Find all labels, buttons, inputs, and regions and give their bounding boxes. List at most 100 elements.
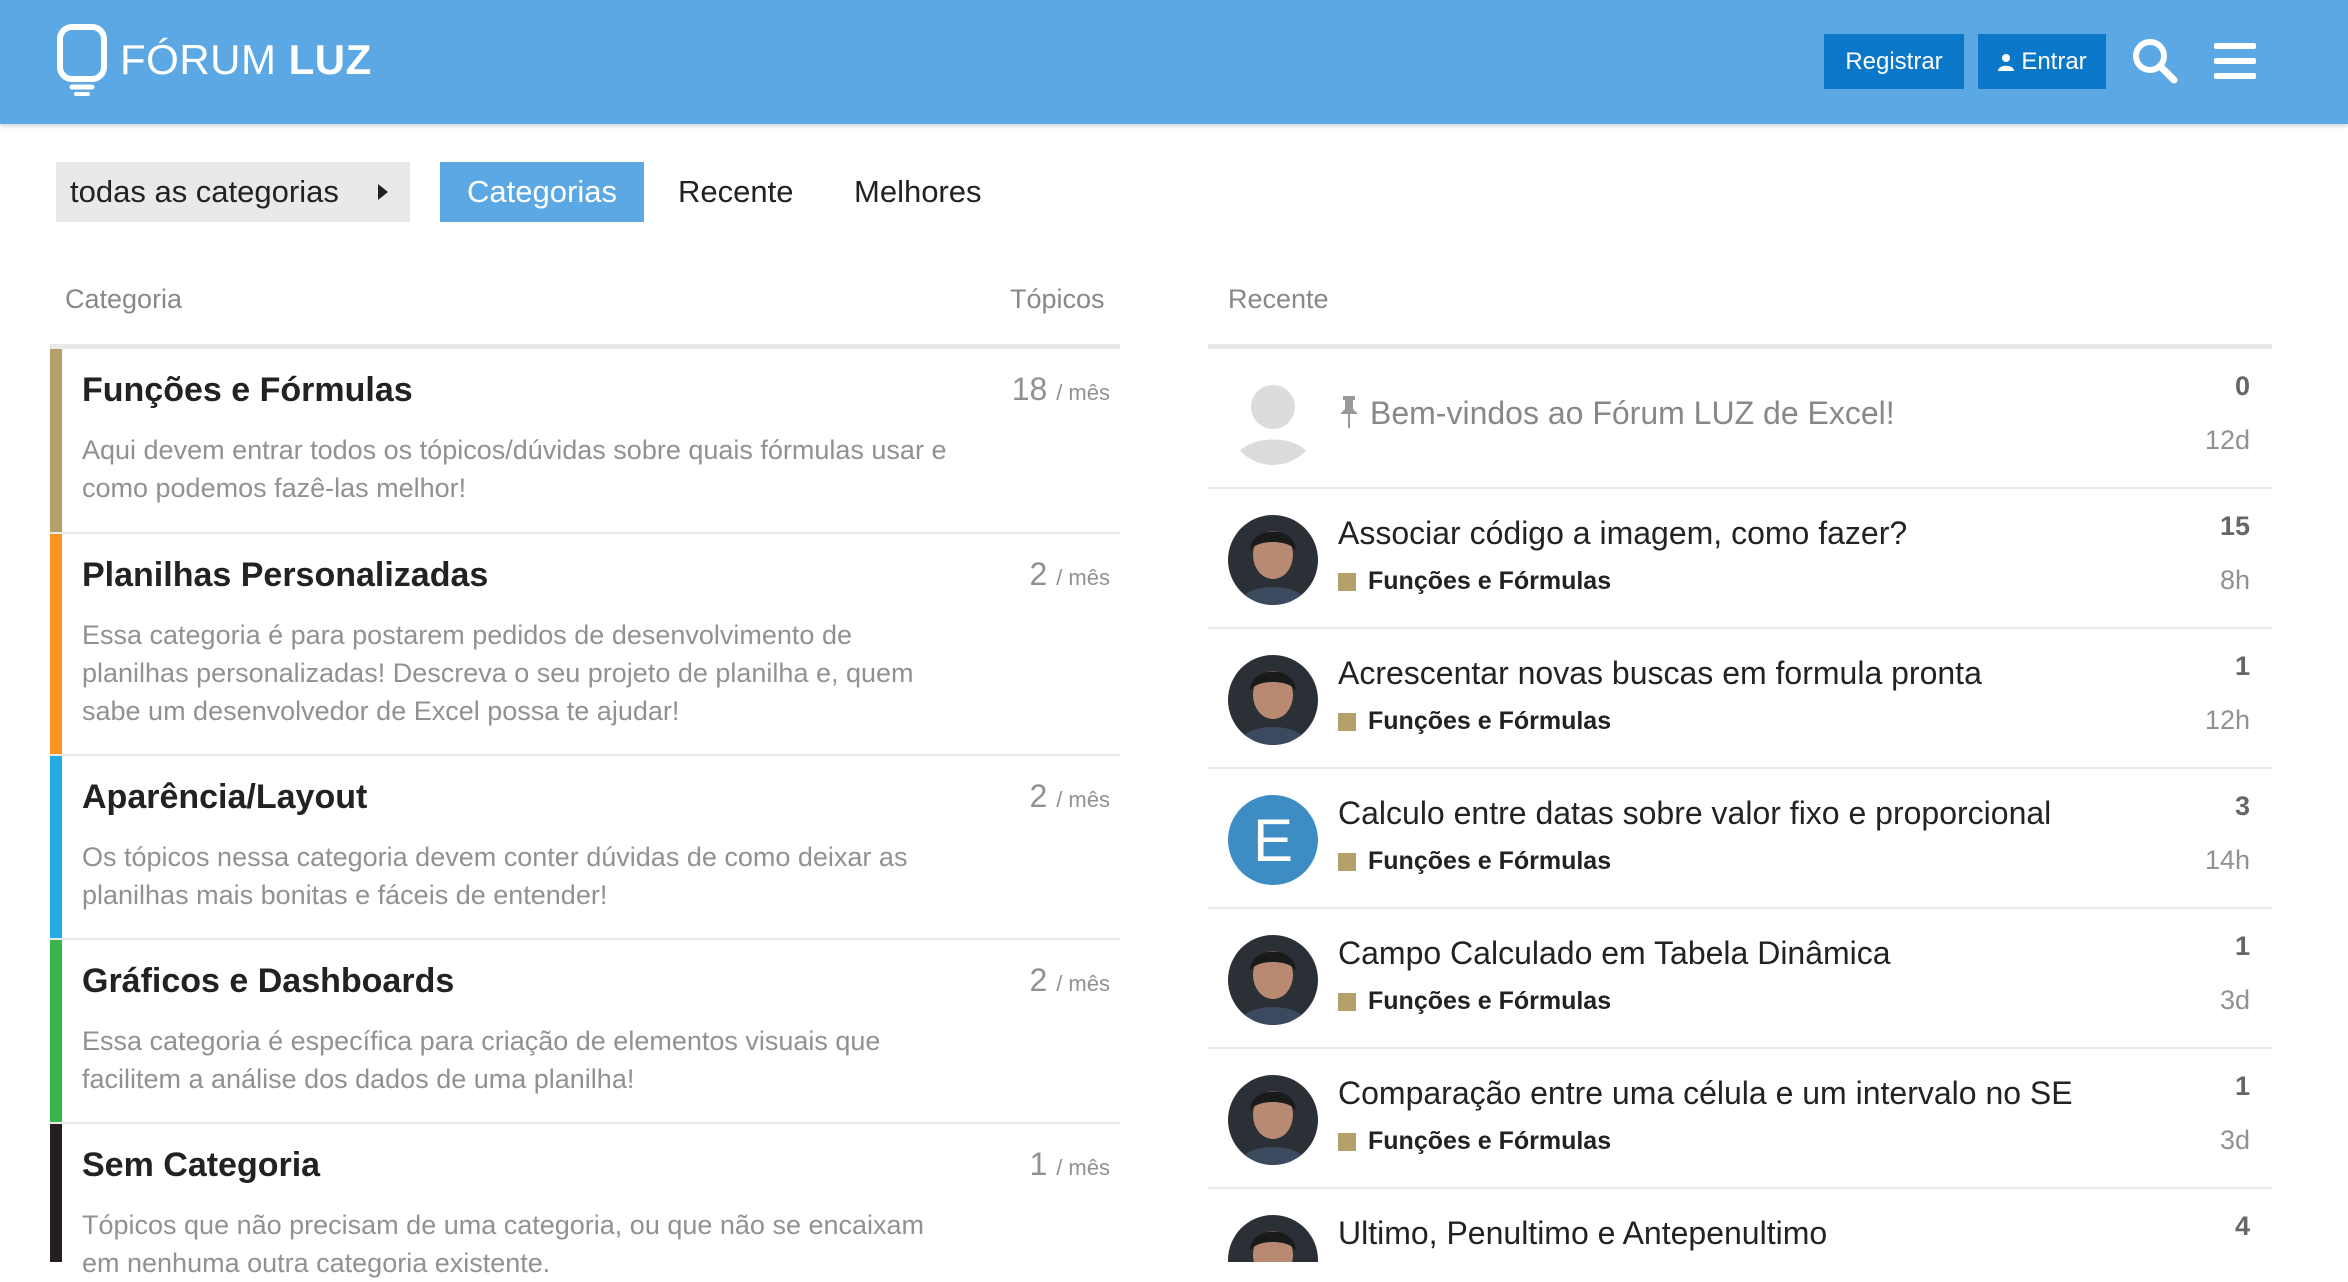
topic-category-label: Funções e Fórmulas xyxy=(1368,847,1612,875)
topic-title[interactable]: Comparação entre uma célula e um interva… xyxy=(1338,1075,2073,1112)
login-button[interactable]: Entrar xyxy=(1978,34,2106,89)
category-topic-count: 2 / mês xyxy=(1030,962,1110,999)
topic-title[interactable]: Campo Calculado em Tabela Dinâmica xyxy=(1338,935,1891,972)
category-description: Essa categoria é específica para criação… xyxy=(82,1026,881,1094)
reply-count: 0 xyxy=(2234,371,2250,401)
topic-title[interactable]: Calculo entre datas sobre valor fixo e p… xyxy=(1338,795,2051,832)
category-dropdown-label: todas as categorias xyxy=(70,174,339,209)
category-description: Aqui devem entrar todos os tópicos/dúvid… xyxy=(82,435,947,503)
logo-text-light: FÓRUM xyxy=(120,36,277,83)
category-color-bar xyxy=(50,940,62,1122)
topic-category-label: Funções e Fórmulas xyxy=(1368,987,1612,1015)
reply-count: 4 xyxy=(2234,1211,2250,1241)
category-description: Essa categoria é para postarem pedidos d… xyxy=(82,620,914,726)
per-month-label: / mês xyxy=(1056,1155,1110,1180)
reply-count: 1 xyxy=(2234,1071,2250,1101)
tab-recente[interactable]: Recente xyxy=(678,162,793,222)
category-description: Os tópicos nessa categoria devem conter … xyxy=(82,842,908,910)
search-icon[interactable] xyxy=(2130,36,2180,86)
category-row-graficos[interactable]: Gráficos e Dashboards Essa categoria é e… xyxy=(50,940,1120,1124)
topic-category-badge[interactable]: Funções e Fórmulas xyxy=(1338,1127,1611,1156)
site-header: FÓRUM LUZ Registrar Entrar xyxy=(0,0,2348,124)
count-value: 2 xyxy=(1029,962,1048,998)
category-name[interactable]: Sem Categoria xyxy=(82,1146,320,1185)
category-row-aparencia[interactable]: Aparência/Layout Os tópicos nessa catego… xyxy=(50,756,1120,940)
tab-melhores[interactable]: Melhores xyxy=(854,162,982,222)
topic-age: 12h xyxy=(2204,705,2250,735)
column-header-topics: Tópicos xyxy=(1010,284,1105,314)
pin-icon xyxy=(1340,396,1358,428)
category-topic-count: 1 / mês xyxy=(1030,1146,1110,1183)
count-value: 2 xyxy=(1029,556,1048,592)
avatar-letter: E xyxy=(1252,806,1294,874)
category-name[interactable]: Aparência/Layout xyxy=(82,778,367,817)
login-label: Entrar xyxy=(2021,47,2087,75)
letter-avatar[interactable]: E xyxy=(1228,795,1318,885)
topic-category-badge[interactable]: Funções e Fórmulas xyxy=(1338,707,1611,736)
topic-age: 8h xyxy=(2219,565,2250,595)
user-avatar[interactable] xyxy=(1228,935,1318,1025)
per-month-label: / mês xyxy=(1056,565,1110,590)
topic-row[interactable]: Associar código a imagem, como fazer? Fu… xyxy=(1208,489,2272,629)
topic-category-label: Funções e Fórmulas xyxy=(1368,707,1612,735)
topic-row[interactable]: E Calculo entre datas sobre valor fixo e… xyxy=(1208,769,2272,909)
hamburger-menu-icon[interactable] xyxy=(2210,36,2260,86)
category-square-icon xyxy=(1338,572,1356,591)
topic-title[interactable]: Associar código a imagem, como fazer? xyxy=(1338,515,1907,552)
reply-count: 1 xyxy=(2234,931,2250,961)
topic-row[interactable]: Campo Calculado em Tabela Dinâmica Funçõ… xyxy=(1208,909,2272,1049)
topic-category-badge[interactable]: Funções e Fórmulas xyxy=(1338,987,1611,1016)
category-row-funcoes[interactable]: Funções e Fórmulas Aqui devem entrar tod… xyxy=(50,349,1120,534)
tab-categorias[interactable]: Categorias xyxy=(440,162,644,222)
count-value: 18 xyxy=(1011,371,1048,407)
column-header-category: Categoria xyxy=(65,284,183,314)
category-dropdown[interactable]: todas as categorias xyxy=(56,162,410,222)
reply-count: 1 xyxy=(2234,651,2250,681)
default-avatar-icon[interactable] xyxy=(1228,375,1318,465)
category-topic-count: 2 / mês xyxy=(1030,778,1110,815)
topic-age: 3d xyxy=(2219,985,2250,1015)
topic-row[interactable]: Acrescentar novas buscas em formula pron… xyxy=(1208,629,2272,769)
count-value: 1 xyxy=(1029,1146,1048,1182)
category-row-planilhas[interactable]: Planilhas Personalizadas Essa categoria … xyxy=(50,534,1120,756)
topic-category-label: Funções e Fórmulas xyxy=(1368,1127,1612,1155)
register-button[interactable]: Registrar xyxy=(1824,34,1964,89)
topic-row[interactable]: Ultimo, Penultimo e Antepenultimo 4 xyxy=(1208,1189,2272,1262)
category-topic-count: 2 / mês xyxy=(1030,556,1110,593)
topic-age: 3d xyxy=(2219,1125,2250,1155)
topic-row[interactable]: Comparação entre uma célula e um interva… xyxy=(1208,1049,2272,1189)
user-avatar[interactable] xyxy=(1228,1215,1318,1262)
category-square-icon xyxy=(1338,852,1356,871)
per-month-label: / mês xyxy=(1056,380,1110,405)
category-color-bar xyxy=(50,756,62,938)
category-row-sem-categoria[interactable]: Sem Categoria Tópicos que não precisam d… xyxy=(50,1124,1120,1278)
user-avatar[interactable] xyxy=(1228,655,1318,745)
category-square-icon xyxy=(1338,712,1356,731)
reply-count: 3 xyxy=(2234,791,2250,821)
category-color-bar xyxy=(50,534,62,754)
user-avatar[interactable] xyxy=(1228,515,1318,605)
category-square-icon xyxy=(1338,1132,1356,1151)
per-month-label: / mês xyxy=(1056,787,1110,812)
user-avatar[interactable] xyxy=(1228,1075,1318,1165)
topic-category-badge[interactable]: Funções e Fórmulas xyxy=(1338,567,1611,596)
category-color-bar xyxy=(50,349,62,532)
topic-age: 14h xyxy=(2204,845,2250,875)
topic-title[interactable]: Acrescentar novas buscas em formula pron… xyxy=(1338,655,1982,692)
topic-title[interactable]: Bem-vindos ao Fórum LUZ de Excel! xyxy=(1338,395,1895,432)
category-color-bar xyxy=(50,1124,62,1262)
topic-category-label: Funções e Fórmulas xyxy=(1368,567,1612,595)
category-description: Tópicos que não precisam de uma categori… xyxy=(82,1210,925,1278)
category-name[interactable]: Funções e Fórmulas xyxy=(82,371,413,410)
count-value: 2 xyxy=(1029,778,1048,814)
topic-row[interactable]: Bem-vindos ao Fórum LUZ de Excel! 0 12d xyxy=(1208,349,2272,489)
category-name[interactable]: Gráficos e Dashboards xyxy=(82,962,454,1001)
per-month-label: / mês xyxy=(1056,971,1110,996)
topic-category-badge[interactable]: Funções e Fórmulas xyxy=(1338,847,1611,876)
bulb-logo-icon xyxy=(57,24,107,96)
forum-logo[interactable]: FÓRUM LUZ xyxy=(56,22,372,98)
logo-text-bold: LUZ xyxy=(288,36,372,83)
category-name[interactable]: Planilhas Personalizadas xyxy=(82,556,488,595)
topic-title[interactable]: Ultimo, Penultimo e Antepenultimo xyxy=(1338,1215,1827,1252)
column-header-recent: Recente xyxy=(1228,284,1329,314)
